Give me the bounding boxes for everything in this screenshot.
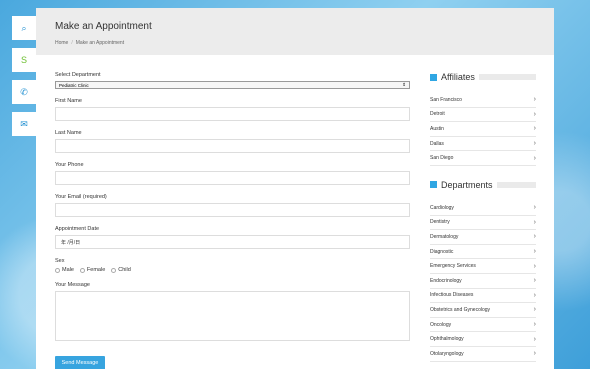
chevron-right-icon: › — [533, 262, 536, 270]
department-item[interactable]: Diagnostic › — [430, 245, 536, 260]
breadcrumb: Home / Make an Appointment — [55, 40, 554, 46]
sidebar: Affiliates San Francisco › Detroit › Austi… — [430, 72, 536, 369]
department-label: Select Department — [55, 72, 101, 78]
social-bar: ⌕ S ✆ ✉ — [12, 16, 36, 137]
department-item[interactable]: Endocrinology › — [430, 274, 536, 289]
department-item[interactable]: Dentistry › — [430, 216, 536, 231]
department-item[interactable]: Infectious Diseases › — [430, 289, 536, 304]
chevron-right-icon: › — [533, 110, 536, 118]
department-item[interactable]: Otolaryngology › — [430, 347, 536, 362]
departments-heading: Departments — [430, 180, 536, 190]
page-content: Make an Appointment Home / Make an Appoint… — [36, 8, 554, 369]
breadcrumb-separator: / — [71, 40, 73, 46]
page-title: Make an Appointment — [55, 21, 152, 32]
sex-label: Sex — [55, 258, 65, 264]
phone-tab[interactable]: ✆ — [12, 80, 36, 104]
phone-label: Your Phone — [55, 162, 84, 168]
affiliate-item[interactable]: Detroit › — [430, 108, 536, 123]
date-field[interactable]: 年 /月/日 — [55, 235, 410, 249]
department-item[interactable]: Cardiology › — [430, 201, 536, 216]
chevron-right-icon: › — [533, 125, 536, 133]
department-item[interactable]: Dermatology › — [430, 230, 536, 245]
heading-square-icon — [430, 181, 437, 189]
select-arrows-icon: ⇕ — [402, 82, 406, 87]
heading-square-icon — [430, 73, 437, 81]
last-name-field[interactable] — [55, 139, 410, 153]
chevron-right-icon: › — [533, 204, 536, 212]
email-label: Your Email (required) — [55, 194, 107, 200]
phone-field[interactable] — [55, 171, 410, 185]
chevron-right-icon: › — [533, 233, 536, 241]
email-tab[interactable]: ✉ — [12, 112, 36, 136]
department-value: Pediatric Clinic — [59, 82, 89, 88]
date-placeholder: 年 /月/日 — [61, 240, 81, 246]
message-textarea[interactable] — [55, 291, 410, 341]
department-item[interactable]: Oncology › — [430, 318, 536, 333]
chevron-right-icon: › — [533, 248, 536, 256]
email-icon: ✉ — [20, 118, 28, 129]
chevron-right-icon: › — [533, 140, 536, 148]
heading-rule — [496, 181, 536, 188]
chevron-right-icon: › — [533, 350, 536, 358]
message-label: Your Message — [55, 282, 90, 288]
email-field[interactable] — [55, 203, 410, 217]
chevron-right-icon: › — [533, 218, 536, 226]
department-select[interactable]: Pediatric Clinic ⇕ — [55, 81, 410, 89]
chevron-right-icon: › — [533, 321, 536, 329]
last-name-label: Last Name — [55, 130, 82, 136]
affiliate-item[interactable]: Dallas › — [430, 137, 536, 152]
appointment-form: Select Department Pediatric Clinic ⇕ Fir… — [55, 72, 410, 369]
chevron-right-icon: › — [533, 96, 536, 104]
affiliates-list: San Francisco › Detroit › Austin › Dallas › … — [430, 93, 536, 166]
department-item[interactable]: Ophthalmology › — [430, 332, 536, 347]
departments-list: Cardiology › Dentistry › Dermatology › Diag… — [430, 201, 536, 362]
phone-icon: ✆ — [20, 86, 28, 97]
heading-rule — [478, 74, 536, 80]
chevron-right-icon: › — [533, 154, 536, 162]
radio-circle-icon — [111, 267, 117, 273]
chevron-right-icon: › — [533, 335, 536, 343]
sex-male-radio[interactable]: Male — [55, 267, 74, 273]
sex-child-radio[interactable]: Child — [111, 267, 131, 273]
affiliate-item[interactable]: Austin › — [430, 122, 536, 137]
skype-tab[interactable]: S — [12, 48, 36, 72]
search-icon: ⌕ — [21, 22, 27, 33]
first-name-label: First Name — [55, 98, 82, 104]
department-item[interactable]: Obstetrics and Gynecology › — [430, 303, 536, 318]
radio-circle-icon — [55, 267, 60, 273]
skype-icon: S — [20, 55, 27, 65]
chevron-right-icon: › — [533, 306, 536, 314]
sex-radio-group: Male Female Child — [55, 267, 410, 273]
page-header: Make an Appointment Home / Make an Appoint… — [36, 8, 554, 55]
date-label: Appointment Date — [55, 226, 100, 232]
radio-circle-icon — [79, 267, 85, 273]
affiliates-heading: Affiliates — [430, 72, 536, 82]
department-item[interactable]: Emergency Services › — [430, 259, 536, 274]
affiliate-item[interactable]: San Francisco › — [430, 93, 536, 108]
sex-female-radio[interactable]: Female — [79, 267, 105, 273]
breadcrumb-home[interactable]: Home — [55, 40, 68, 46]
first-name-field[interactable] — [55, 107, 410, 121]
affiliate-item[interactable]: San Diego › — [430, 151, 536, 166]
breadcrumb-current: Make an Appointment — [75, 40, 125, 46]
send-message-button[interactable]: Send Message — [55, 356, 105, 369]
chevron-right-icon: › — [533, 291, 536, 299]
chevron-right-icon: › — [533, 277, 536, 285]
search-tab[interactable]: ⌕ — [12, 16, 36, 40]
